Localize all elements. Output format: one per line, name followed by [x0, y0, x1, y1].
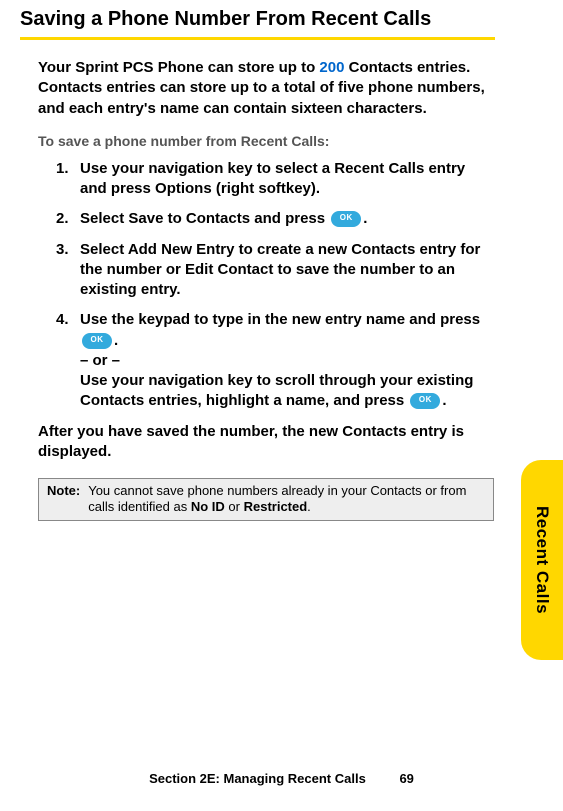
step-text: .: [442, 392, 446, 409]
subheading: To save a phone number from Recent Calls…: [38, 133, 495, 149]
term-restricted: Restricted: [244, 499, 308, 514]
footer-page-number: 69: [399, 771, 413, 786]
term-no-id: No ID: [191, 499, 225, 514]
note-text: You cannot save phone numbers already in…: [88, 483, 485, 516]
step-3: 3. Select Add New Entry to create a new …: [56, 240, 495, 301]
step-2: 2. Select Save to Contacts and press OK.: [56, 209, 495, 229]
ok-label: OK: [340, 213, 353, 224]
note-label: Note:: [47, 483, 80, 498]
note-box: Note: You cannot save phone numbers alre…: [38, 478, 494, 521]
step-text: Select: [80, 241, 128, 258]
ok-key-icon: OK: [410, 393, 440, 409]
page-title: Saving a Phone Number From Recent Calls: [20, 8, 533, 31]
step-number: 3.: [56, 240, 69, 260]
step-text: (right softkey).: [212, 180, 320, 197]
term-edit-contact: Edit Contact: [185, 261, 273, 278]
contacts-max-link[interactable]: 200: [319, 59, 344, 76]
steps-list: 1. Use your navigation key to select a R…: [38, 159, 495, 412]
note-text-c: .: [307, 499, 311, 514]
content-area: Your Sprint PCS Phone can store up to 20…: [20, 58, 495, 521]
ok-key-icon: OK: [82, 333, 112, 349]
intro-text-pre: Your Sprint PCS Phone can store up to: [38, 59, 319, 76]
page-footer: Section 2E: Managing Recent Calls 69: [0, 771, 563, 786]
ok-label: OK: [91, 335, 104, 346]
section-tab: Recent Calls: [521, 460, 563, 660]
term-options: Options: [155, 180, 212, 197]
ok-key-icon: OK: [331, 211, 361, 227]
step-text: .: [114, 332, 118, 349]
step-text: Select: [80, 210, 128, 227]
ok-label: OK: [419, 395, 432, 406]
step-number: 1.: [56, 159, 69, 179]
step-text: and press: [250, 210, 329, 227]
step-text: Use the keypad to type in the new entry …: [80, 311, 480, 328]
footer-section: Section 2E: Managing Recent Calls: [149, 771, 366, 786]
after-paragraph: After you have saved the number, the new…: [38, 422, 495, 463]
step-4: 4. Use the keypad to type in the new ent…: [56, 310, 495, 411]
title-divider: [20, 37, 495, 40]
or-divider: – or –: [80, 352, 120, 369]
section-tab-label: Recent Calls: [532, 506, 552, 614]
term-add-new-entry: Add New Entry: [128, 241, 235, 258]
step-1: 1. Use your navigation key to select a R…: [56, 159, 495, 200]
note-text-b: or: [225, 499, 244, 514]
intro-paragraph: Your Sprint PCS Phone can store up to 20…: [38, 58, 495, 119]
step-number: 4.: [56, 310, 69, 330]
step-number: 2.: [56, 209, 69, 229]
step-text: .: [363, 210, 367, 227]
term-save-to-contacts: Save to Contacts: [128, 210, 250, 227]
